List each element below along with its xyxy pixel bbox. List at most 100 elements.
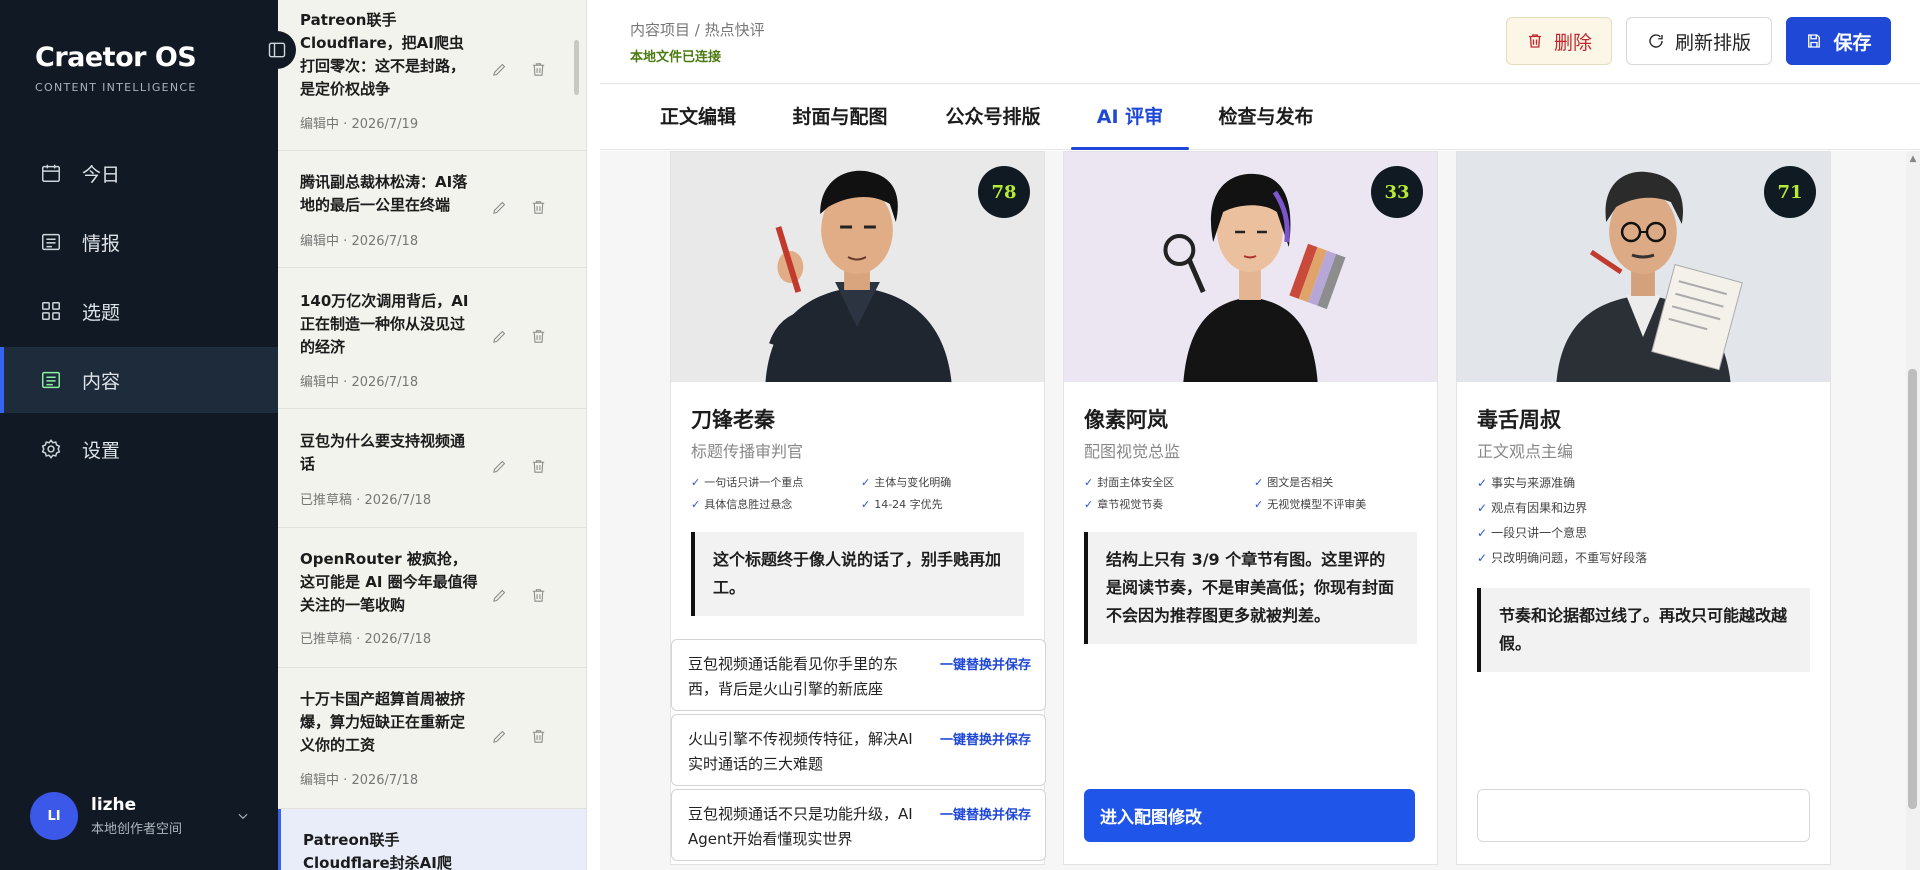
criteria-list: ✓ 事实与来源准确 ✓ 观点有因果和边界 ✓ 一段只讲一个意思 ✓ 只改明确问题，不重写… [1477, 474, 1817, 568]
document-status: 编辑中 [300, 375, 340, 390]
scroll-up-arrow[interactable]: ▲ [1908, 154, 1918, 164]
document-date: 2026/7/18 [351, 234, 419, 249]
criteria-item: ✓ 一段只讲一个意思 [1477, 526, 1588, 540]
replace-and-save-button[interactable]: 一键替换并保存 [940, 804, 1031, 823]
document-list: Patreon联手Cloudflare，把AI爬虫打回零次：这不是封路，是定价权… [278, 0, 587, 870]
document-meta: 编辑中 · 2026/7/18 [300, 769, 418, 788]
edit-icon[interactable] [491, 458, 508, 475]
avatar: LI [30, 792, 78, 840]
review-panel: 78 刀锋老秦 标题传播审判官 ✓ 一句话只讲一个重点 ✓ 主体与变化明确 ✓ 具体信… [600, 151, 1920, 870]
criteria-text: 封面主体安全区 [1097, 476, 1175, 489]
document-meta: 编辑中 · 2026/7/19 [300, 113, 418, 132]
brand-name: Craetor OS [35, 42, 197, 73]
nav-item-topics[interactable]: 选题 [0, 278, 278, 344]
document-status: 编辑中 [300, 234, 340, 249]
chevron-down-icon[interactable] [236, 809, 250, 823]
nav-item-label: 内容 [82, 370, 121, 393]
suggestion-text: 火山引擎不传视频传特征，解决AI实时通话的三大难题 [688, 730, 913, 773]
meta-separator: · [343, 773, 348, 788]
edit-icon[interactable] [491, 587, 508, 604]
trash-icon[interactable] [530, 728, 547, 745]
trash-icon[interactable] [530, 199, 547, 216]
criteria-item: ✓ 无视觉模型不评审美 [1254, 498, 1367, 511]
criteria-text: 一句话只讲一个重点 [704, 476, 804, 489]
reviewer-role: 标题传播审判官 [691, 442, 804, 461]
gear-icon [41, 439, 61, 459]
reviewer-name: 刀锋老秦 [691, 408, 775, 432]
document-list-item[interactable]: OpenRouter 被疯抢，这可能是 AI 圈今年最值得关注的一笔收购 已推草… [278, 528, 586, 668]
criteria-text: 主体与变化明确 [874, 476, 952, 489]
criteria-item: ✓ 封面主体安全区 [1084, 476, 1175, 489]
reviewer-input[interactable] [1477, 789, 1810, 842]
delete-button[interactable]: 删除 [1506, 17, 1612, 65]
score-badge: 33 [1371, 166, 1423, 218]
reviewer-card: 78 刀锋老秦 标题传播审判官 ✓ 一句话只讲一个重点 ✓ 主体与变化明确 ✓ 具体信… [670, 151, 1046, 865]
replace-and-save-button[interactable]: 一键替换并保存 [940, 729, 1031, 748]
document-status: 已推草稿 [300, 632, 353, 647]
score-badge: 71 [1764, 166, 1816, 218]
grid-icon [42, 302, 60, 320]
tab-ai-review[interactable]: AI 评审 [1071, 84, 1189, 150]
document-status: 已推草稿 [300, 493, 353, 508]
document-status: 编辑中 [300, 117, 340, 132]
tab-wechat-layout[interactable]: 公众号排版 [943, 84, 1043, 150]
document-list-scrollbar[interactable] [571, 0, 583, 870]
edit-icon[interactable] [491, 199, 508, 216]
edit-icon[interactable] [491, 328, 508, 345]
document-date: 2026/7/18 [351, 375, 419, 390]
trash-icon[interactable] [530, 458, 547, 475]
document-title: Patreon联手Cloudflare，把AI爬虫打回零次：这不是封路，是定价权… [300, 11, 466, 98]
suggestion-text: 豆包视频通话不只是功能升级，AI Agent开始看懂现实世界 [688, 805, 913, 848]
brand-subtitle: CONTENT INTELLIGENCE [35, 81, 197, 94]
document-meta: 编辑中 · 2026/7/18 [300, 230, 418, 249]
save-label: 保存 [1833, 31, 1872, 54]
edit-icon[interactable] [491, 728, 508, 745]
document-list-item[interactable]: 腾讯副总裁林松涛：AI落地的最后一公里在终端 编辑中 · 2026/7/18 [278, 151, 586, 268]
document-list-item[interactable]: 140万亿次调用背后，AI正在制造一种你从没见过的经济 编辑中 · 2026/7… [278, 268, 586, 409]
tab-check-publish[interactable]: 检查与发布 [1216, 84, 1316, 150]
nav-item-label: 选题 [82, 301, 121, 324]
criteria-text: 观点有因果和边界 [1491, 501, 1588, 515]
nav-item-content[interactable]: 内容 [0, 347, 278, 413]
document-list-item[interactable]: 十万卡国产超算首周被挤爆，算力短缺正在重新定义你的工资 编辑中 · 2026/7… [278, 668, 586, 809]
document-icon [42, 371, 60, 389]
document-list-item[interactable]: 豆包为什么要支持视频通话 已推草稿 · 2026/7/18 [278, 409, 586, 528]
trash-icon [1528, 34, 1541, 48]
edit-icon[interactable] [491, 61, 508, 78]
title-suggestion: 豆包视频通话能看见你手里的东西，背后是火山引擎的新底座 一键替换并保存 [671, 639, 1046, 711]
criteria-text: 14-24 字优先 [874, 498, 943, 511]
sidebar: Craetor OS CONTENT INTELLIGENCE 今日 情报 选题… [0, 0, 278, 870]
criteria-item: ✓ 章节视觉节奏 [1084, 498, 1164, 511]
document-date: 2026/7/19 [351, 117, 419, 132]
criteria-text: 一段只讲一个意思 [1491, 526, 1588, 540]
replace-and-save-button[interactable]: 一键替换并保存 [940, 654, 1031, 673]
reviewer-card: 33 像素阿岚 配图视觉总监 ✓ 封面主体安全区 ✓ 图文是否相关 ✓ 章节视觉节奏 … [1063, 151, 1438, 865]
document-list-item[interactable]: Patreon联手Cloudflare，把AI爬虫打回零次：这不是封路，是定价权… [278, 0, 586, 151]
trash-icon[interactable] [530, 328, 547, 345]
scrollbar-thumb[interactable] [574, 40, 579, 95]
title-suggestion: 豆包视频通话不只是功能升级，AI Agent开始看懂现实世界 一键替换并保存 [671, 789, 1046, 861]
trash-icon[interactable] [530, 587, 547, 604]
save-button[interactable]: 保存 [1786, 17, 1891, 65]
refresh-layout-button[interactable]: 刷新排版 [1626, 17, 1772, 65]
go-to-image-edit-button[interactable]: 进入配图修改 [1084, 789, 1415, 842]
document-list-item-active[interactable]: Patreon联手Cloudflare封杀AI爬 [278, 809, 586, 870]
nav-item-today[interactable]: 今日 [0, 140, 278, 206]
criteria-list: ✓ 封面主体安全区 ✓ 图文是否相关 ✓ 章节视觉节奏 ✓ 无视觉模型不评审美 [1084, 474, 1424, 512]
content-scrollbar[interactable]: ▲ [1906, 151, 1920, 870]
criteria-item: ✓ 只改明确问题，不重写好段落 [1477, 551, 1648, 565]
sidebar-toggle-button[interactable] [258, 31, 296, 69]
scrollbar-thumb[interactable] [1908, 369, 1917, 809]
criteria-item: ✓ 事实与来源准确 [1477, 476, 1576, 490]
meta-separator: · [343, 375, 348, 390]
document-title: 豆包为什么要支持视频通话 [300, 432, 466, 473]
user-menu[interactable]: LI lizhe 本地创作者空间 [30, 792, 250, 840]
tab-cover-images[interactable]: 封面与配图 [790, 84, 890, 150]
nav-item-intel[interactable]: 情报 [0, 209, 278, 275]
trash-icon[interactable] [530, 61, 547, 78]
review-quote: 结构上只有 3/9 个章节有图。这里评的是阅读节奏，不是审美高低；你现有封面不会… [1084, 532, 1417, 644]
nav-item-settings[interactable]: 设置 [0, 416, 278, 482]
tab-body-edit[interactable]: 正文编辑 [658, 84, 738, 150]
connection-status: 本地文件已连接 [630, 50, 722, 65]
main-panel: 内容项目 / 热点快评 本地文件已连接 删除 刷新排版 保存 正文编辑 封面与配… [600, 0, 1920, 870]
